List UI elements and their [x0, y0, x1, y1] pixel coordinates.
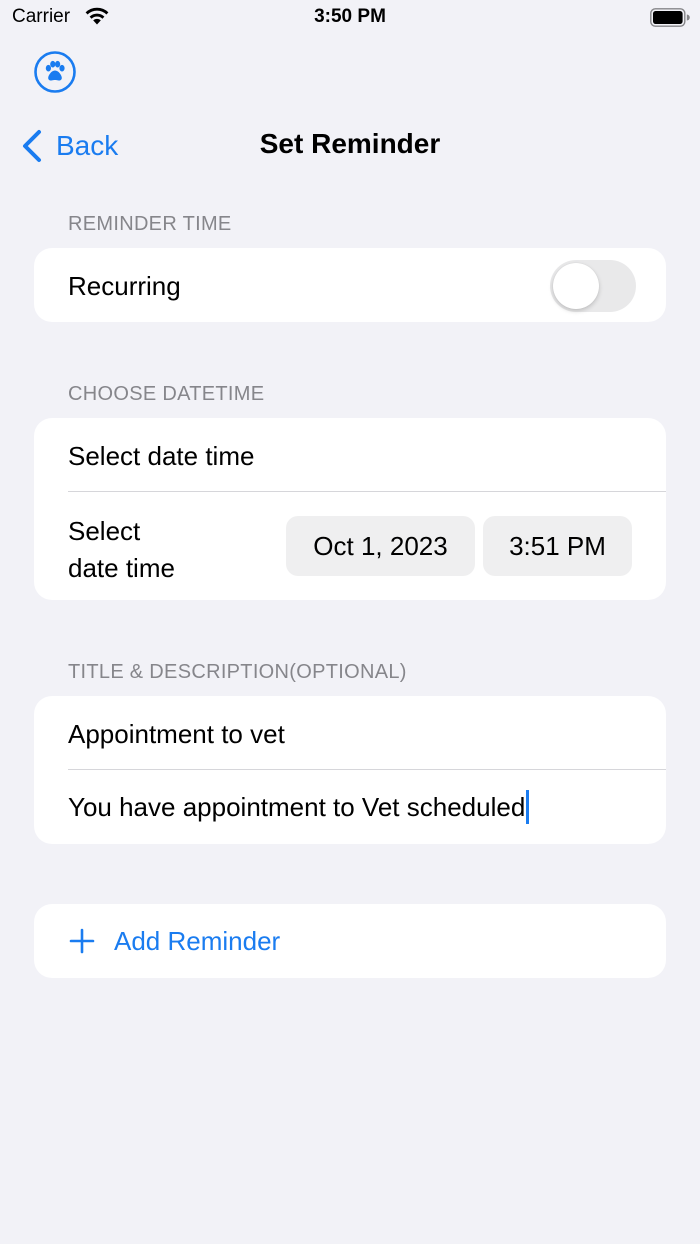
- description-text: You have appointment to Vet scheduled: [68, 792, 526, 822]
- status-bar: Carrier 3:50 PM: [0, 0, 700, 36]
- title-input[interactable]: Appointment to vet: [68, 719, 285, 750]
- time-picker-button[interactable]: 3:51 PM: [483, 516, 632, 576]
- toggle-knob: [553, 263, 599, 309]
- date-picker-label-line1: Select: [68, 516, 141, 546]
- section-header-choose-datetime: CHOOSE DATETIME: [68, 383, 265, 405]
- add-reminder-label: Add Reminder: [114, 925, 281, 956]
- text-cursor: [526, 790, 530, 825]
- row-divider: [68, 769, 666, 770]
- date-picker-label: Select date time: [68, 513, 175, 587]
- add-reminder-card: Add Reminder: [34, 904, 666, 978]
- status-time: 3:50 PM: [314, 6, 386, 27]
- title-description-card: Appointment to vet You have appointment …: [34, 696, 666, 844]
- battery-icon: [650, 8, 690, 27]
- select-date-time-row[interactable]: Select date time: [68, 441, 254, 472]
- recurring-label: Recurring: [68, 271, 181, 301]
- add-reminder-button[interactable]: Add Reminder: [68, 904, 280, 978]
- paw-icon[interactable]: [34, 51, 76, 93]
- section-header-title-description: TITLE & DESCRIPTION(OPTIONAL): [68, 661, 407, 683]
- recurring-toggle[interactable]: [550, 260, 636, 312]
- date-picker-button[interactable]: Oct 1, 2023: [286, 516, 475, 576]
- section-header-reminder-time: REMINDER TIME: [68, 213, 232, 235]
- plus-icon: [69, 928, 95, 954]
- reminder-time-card: Recurring: [34, 248, 666, 322]
- page-title: Set Reminder: [259, 128, 441, 159]
- row-divider: [68, 491, 666, 492]
- set-reminder-screen: Carrier 3:50 PM Back Set Reminder REMIND…: [0, 0, 700, 1244]
- choose-datetime-card: Select date time Select date time Oct 1,…: [34, 418, 666, 600]
- description-input[interactable]: You have appointment to Vet scheduled: [68, 790, 530, 826]
- date-picker-label-line2: date time: [68, 553, 175, 583]
